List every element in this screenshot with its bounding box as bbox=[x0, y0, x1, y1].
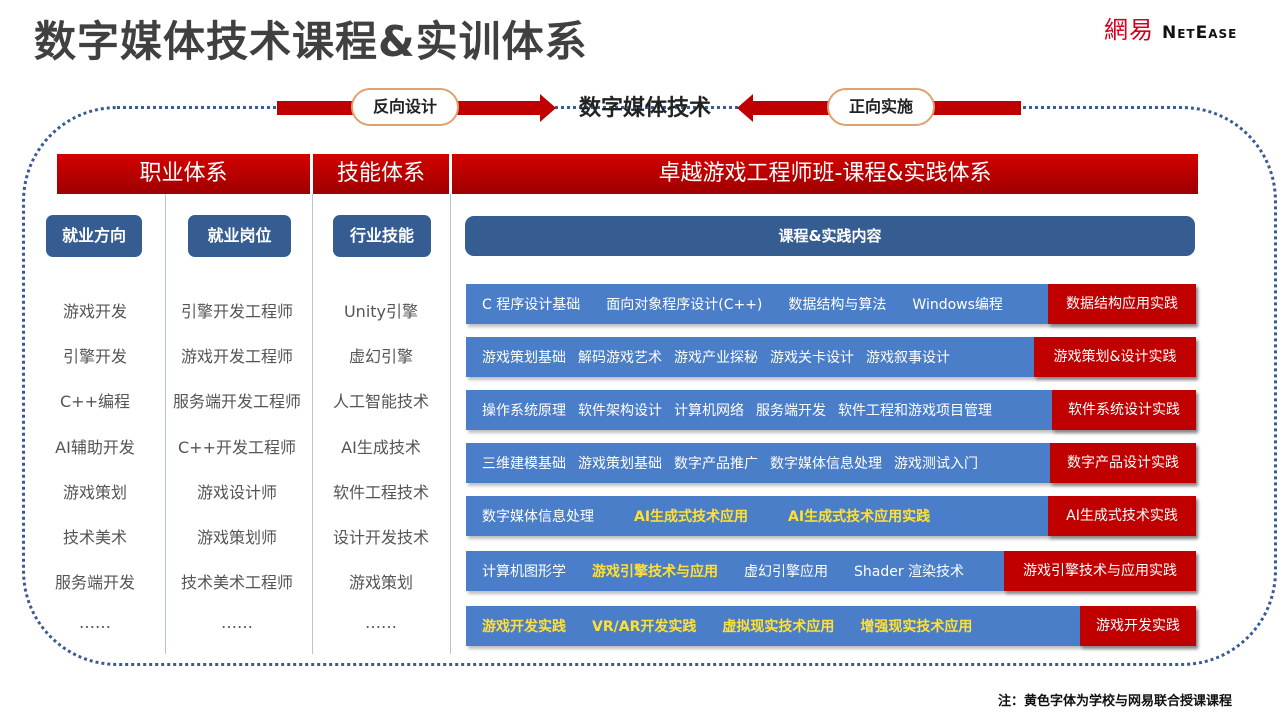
left-pointing-arrow-icon bbox=[737, 94, 753, 122]
practice-tag: 游戏开发实践 bbox=[1080, 606, 1196, 646]
header-program: 卓越游戏工程师班-课程&实践体系 bbox=[452, 154, 1198, 194]
course-list: 操作系统原理 软件架构设计 计算机网络 服务端开发 软件工程和游戏项目管理 bbox=[482, 390, 1044, 430]
subheader-direction: 就业方向 bbox=[46, 215, 142, 257]
course-item: 服务端开发 bbox=[756, 403, 826, 419]
direction-item: 游戏开发 bbox=[62, 302, 127, 321]
position-item: 游戏开发工程师 bbox=[180, 347, 293, 366]
position-item: 游戏设计师 bbox=[196, 483, 277, 502]
course-row: 游戏开发实践 VR/AR开发实践 虚拟现实技术应用 增强现实技术应用 游戏开发实践 bbox=[466, 606, 1196, 646]
course-item: 面向对象程序设计(C++) bbox=[606, 297, 763, 313]
course-item: 数字媒体信息处理 bbox=[770, 456, 882, 472]
course-item: 游戏测试入门 bbox=[894, 456, 978, 472]
column-divider bbox=[312, 194, 313, 654]
course-row: 游戏策划基础 解码游戏艺术 游戏产业探秘 游戏关卡设计 游戏叙事设计 游戏策划&设计实践 bbox=[466, 337, 1196, 377]
practice-tag: 游戏策划&设计实践 bbox=[1034, 337, 1196, 377]
practice-tag: AI生成式技术实践 bbox=[1048, 496, 1196, 536]
direction-item: …… bbox=[79, 613, 111, 632]
course-item: AI生成式技术应用实践 bbox=[788, 509, 931, 525]
skill-item: 软件工程技术 bbox=[332, 483, 429, 502]
course-row: 计算机图形学 游戏引擎技术与应用 虚幻引擎应用 Shader 渲染技术 游戏引擎技术与应… bbox=[466, 551, 1196, 591]
skill-item: Unity引擎 bbox=[343, 302, 419, 321]
position-item: 游戏策划师 bbox=[196, 528, 277, 547]
position-item: 技术美术工程师 bbox=[180, 573, 293, 592]
practice-tag: 数据结构应用实践 bbox=[1048, 284, 1196, 324]
skill-item: AI生成技术 bbox=[341, 438, 421, 457]
skill-item: 虚幻引擎 bbox=[348, 347, 413, 366]
skill-item: 设计开发技术 bbox=[332, 528, 429, 547]
skill-item: …… bbox=[365, 613, 397, 632]
course-item: 软件工程和游戏项目管理 bbox=[838, 403, 992, 419]
right-pointing-arrow-icon bbox=[540, 94, 556, 122]
logo-chinese: 網易 bbox=[1104, 16, 1154, 44]
course-list: 三维建模基础 游戏策划基础 数字产品推广 数字媒体信息处理 游戏测试入门 bbox=[482, 443, 1042, 483]
course-item: VR/AR开发实践 bbox=[592, 619, 697, 635]
course-item: 数字媒体信息处理 bbox=[482, 509, 594, 525]
position-item: 服务端开发工程师 bbox=[172, 392, 301, 411]
course-item: 虚幻引擎应用 bbox=[744, 564, 828, 580]
footnote: 注：黄色字体为学校与网易联合授课课程 bbox=[998, 694, 1233, 709]
reverse-design-pill: 反向设计 bbox=[351, 88, 459, 126]
course-item: 计算机图形学 bbox=[482, 564, 566, 580]
direction-item: AI辅助开发 bbox=[55, 438, 135, 457]
direction-item: 引擎开发 bbox=[62, 347, 127, 366]
course-list: 计算机图形学 游戏引擎技术与应用 虚幻引擎应用 Shader 渲染技术 bbox=[482, 551, 996, 591]
course-row: 三维建模基础 游戏策划基础 数字产品推广 数字媒体信息处理 游戏测试入门 数字产品设计实践 bbox=[466, 443, 1196, 483]
course-item: Shader 渲染技术 bbox=[854, 564, 965, 580]
practice-tag: 数字产品设计实践 bbox=[1050, 443, 1196, 483]
subheader-industry-skill: 行业技能 bbox=[333, 215, 431, 257]
course-list: 游戏开发实践 VR/AR开发实践 虚拟现实技术应用 增强现实技术应用 bbox=[482, 606, 1072, 646]
course-row: 操作系统原理 软件架构设计 计算机网络 服务端开发 软件工程和游戏项目管理 软件系统设计实… bbox=[466, 390, 1196, 430]
course-item: 游戏策划基础 bbox=[578, 456, 662, 472]
column-divider bbox=[450, 194, 451, 654]
course-item: 数字产品推广 bbox=[674, 456, 758, 472]
course-item: 游戏开发实践 bbox=[482, 619, 566, 635]
practice-tag: 游戏引擎技术与应用实践 bbox=[1004, 551, 1196, 591]
position-item: 引擎开发工程师 bbox=[180, 302, 293, 321]
course-item: 数据结构与算法 bbox=[788, 297, 887, 313]
logo-english: NetEase bbox=[1162, 23, 1238, 43]
skill-item: 人工智能技术 bbox=[332, 392, 429, 411]
direction-item: 游戏策划 bbox=[62, 483, 127, 502]
course-item: Windows编程 bbox=[912, 297, 1003, 313]
course-item: 软件架构设计 bbox=[578, 403, 662, 419]
header-career: 职业体系 bbox=[57, 154, 310, 194]
course-item: 游戏关卡设计 bbox=[770, 350, 854, 366]
direction-item: C++编程 bbox=[60, 392, 130, 411]
course-item: 游戏策划基础 bbox=[482, 350, 566, 366]
course-item: 解码游戏艺术 bbox=[578, 350, 662, 366]
course-item: 操作系统原理 bbox=[482, 403, 566, 419]
course-row: C 程序设计基础 面向对象程序设计(C++) 数据结构与算法 Windows编程 数据结… bbox=[466, 284, 1196, 324]
course-item: 三维建模基础 bbox=[482, 456, 566, 472]
course-list: C 程序设计基础 面向对象程序设计(C++) 数据结构与算法 Windows编程 bbox=[482, 284, 1040, 324]
subheader-content: 课程&实践内容 bbox=[465, 216, 1195, 256]
direction-item: 技术美术 bbox=[62, 528, 127, 547]
forward-implementation-pill: 正向实施 bbox=[827, 88, 935, 126]
course-item: 增强现实技术应用 bbox=[860, 619, 973, 635]
course-item: 游戏引擎技术与应用 bbox=[592, 564, 718, 580]
course-item: C 程序设计基础 bbox=[482, 297, 581, 313]
course-item: 虚拟现实技术应用 bbox=[722, 619, 835, 635]
netease-logo: 網易 NetEase bbox=[1104, 10, 1237, 45]
course-item: 计算机网络 bbox=[674, 403, 744, 419]
course-item: 游戏叙事设计 bbox=[866, 350, 950, 366]
course-list: 游戏策划基础 解码游戏艺术 游戏产业探秘 游戏关卡设计 游戏叙事设计 bbox=[482, 337, 1026, 377]
position-item: C++开发工程师 bbox=[178, 438, 296, 457]
skill-item: 游戏策划 bbox=[348, 573, 413, 592]
position-item: …… bbox=[221, 613, 253, 632]
course-list: 数字媒体信息处理 AI生成式技术应用 AI生成式技术应用实践 bbox=[482, 496, 1040, 536]
center-title: 数字媒体技术 bbox=[578, 96, 711, 121]
course-item: 游戏产业探秘 bbox=[674, 350, 758, 366]
header-skills: 技能体系 bbox=[313, 154, 449, 194]
course-item: AI生成式技术应用 bbox=[634, 509, 749, 525]
subheader-position: 就业岗位 bbox=[188, 215, 291, 257]
direction-item: 服务端开发 bbox=[54, 573, 135, 592]
practice-tag: 软件系统设计实践 bbox=[1052, 390, 1196, 430]
page-title: 数字媒体技术课程&实训体系 bbox=[34, 17, 588, 66]
course-row: 数字媒体信息处理 AI生成式技术应用 AI生成式技术应用实践 AI生成式技术实践 bbox=[466, 496, 1196, 536]
